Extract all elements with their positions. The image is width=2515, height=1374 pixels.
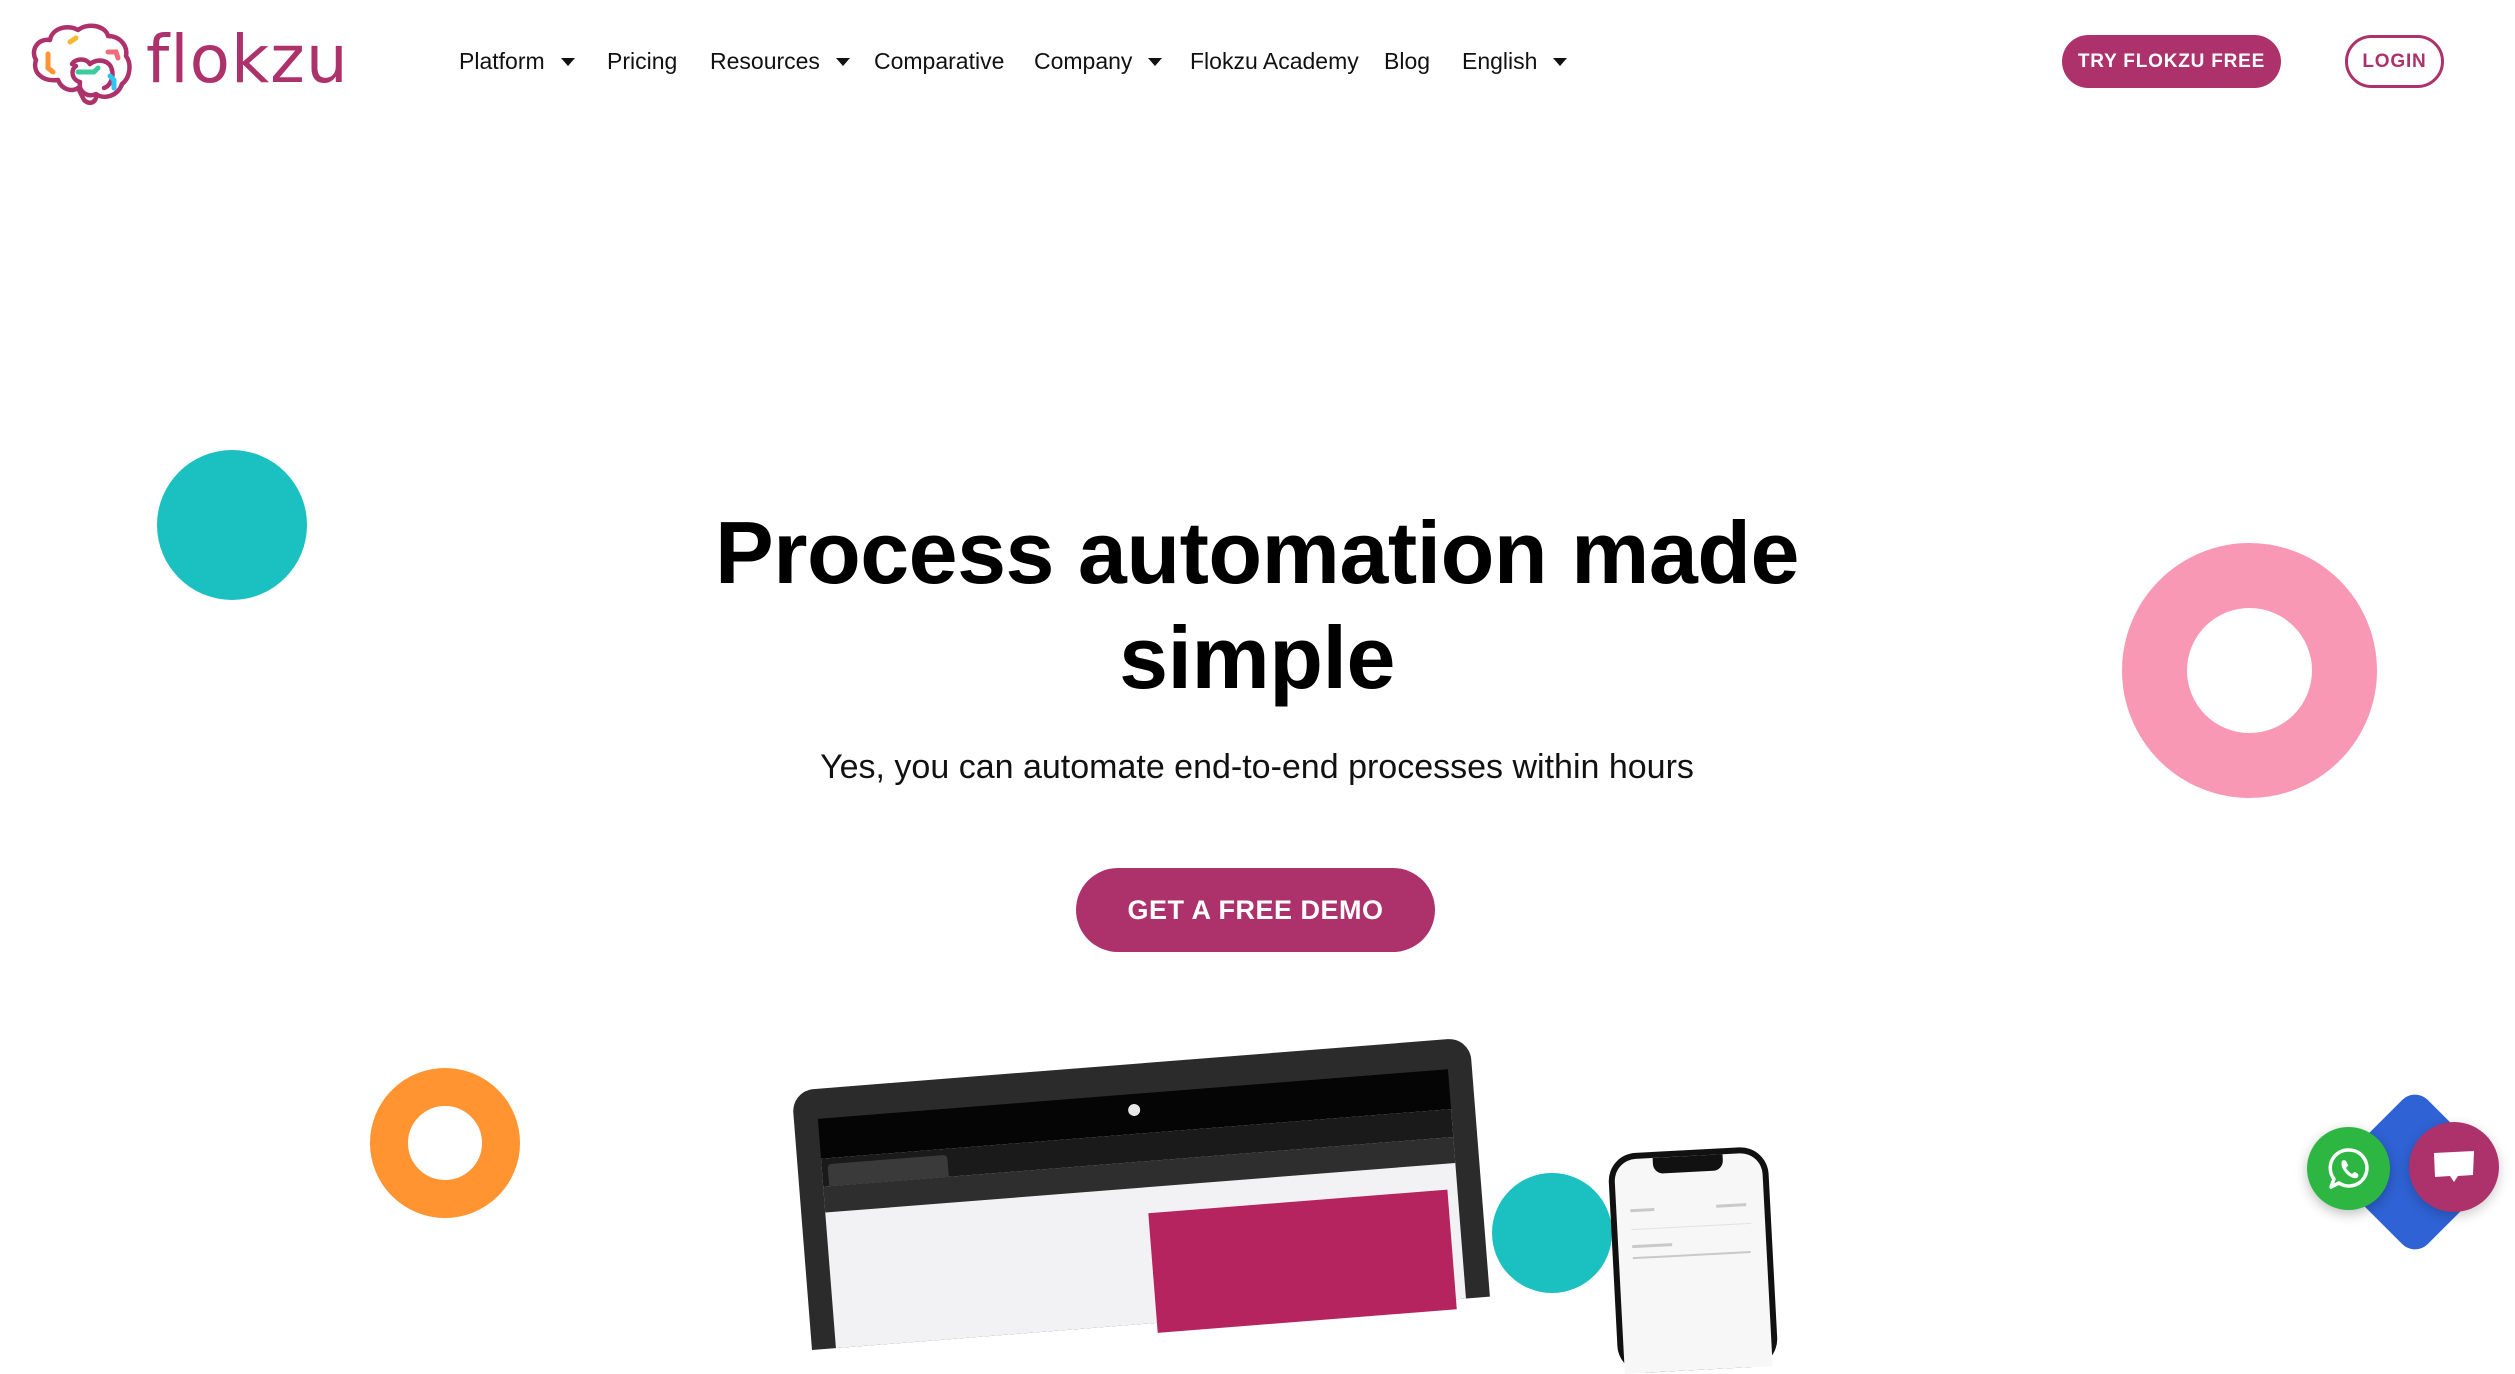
nav-item-label: Flokzu Academy [1190, 48, 1359, 74]
hero-subtitle: Yes, you can automate end-to-end process… [820, 748, 1694, 786]
nav-item-resources[interactable]: Resources [710, 46, 850, 76]
decorative-orange-ring [370, 1068, 520, 1218]
decorative-teal-circle [157, 450, 307, 600]
nav-item-label: Pricing [607, 48, 678, 74]
caret-down-icon [560, 58, 575, 66]
hero-title: Process automation made simple [557, 500, 1957, 710]
language-selector[interactable]: English [1462, 46, 1568, 76]
hero-title-line-2: simple [1119, 608, 1395, 707]
whatsapp-icon [2328, 1147, 2369, 1189]
caret-down-icon [1553, 58, 1568, 66]
nav-item-label: Company [1034, 48, 1133, 74]
nav-item-comparative[interactable]: Comparative [874, 46, 1004, 76]
login-button[interactable]: LOGIN [2345, 35, 2444, 88]
chat-bubble-icon [2434, 1151, 2474, 1182]
phone-ui-line [1716, 1203, 1747, 1208]
phone-ui-divider [1631, 1222, 1752, 1231]
nav-item-label: Resources [710, 48, 820, 74]
phone-screen [1613, 1152, 1773, 1374]
nav-item-pricing[interactable]: Pricing [607, 46, 677, 76]
nav-item-blog[interactable]: Blog [1384, 46, 1430, 76]
decorative-teal-circle-small [1492, 1173, 1612, 1293]
get-free-demo-button[interactable]: GET A FREE DEMO [1076, 868, 1435, 952]
hero-title-line-1: Process automation made [715, 503, 1799, 602]
nav-item-company[interactable]: Company [1034, 46, 1163, 76]
caret-down-icon [1148, 58, 1163, 66]
nav-item-label: English [1462, 48, 1538, 74]
phone-ui-line [1632, 1243, 1673, 1249]
app-banner [1148, 1189, 1457, 1333]
nav-item-label: Blog [1384, 48, 1431, 74]
whatsapp-button[interactable] [2307, 1127, 2390, 1210]
nav-item-platform[interactable]: Platform [459, 46, 575, 76]
try-free-button[interactable]: TRY FLOKZU FREE [2062, 35, 2281, 88]
caret-down-icon [835, 58, 850, 66]
phone-ui-line [1630, 1207, 1655, 1213]
nav-item-label: Comparative [874, 48, 1005, 74]
decorative-pink-ring [2122, 543, 2377, 798]
phone-ui-line [1632, 1250, 1751, 1260]
site-header: flokzu Platform Pricing Resources Compar… [0, 0, 2515, 124]
nav-item-flokzu-academy[interactable]: Flokzu Academy [1190, 46, 1359, 76]
nav-item-label: Platform [459, 48, 545, 74]
live-chat-button[interactable] [2409, 1122, 2499, 1212]
phone-mockup-image [1607, 1145, 1779, 1374]
laptop-mockup-image [791, 1037, 1490, 1350]
